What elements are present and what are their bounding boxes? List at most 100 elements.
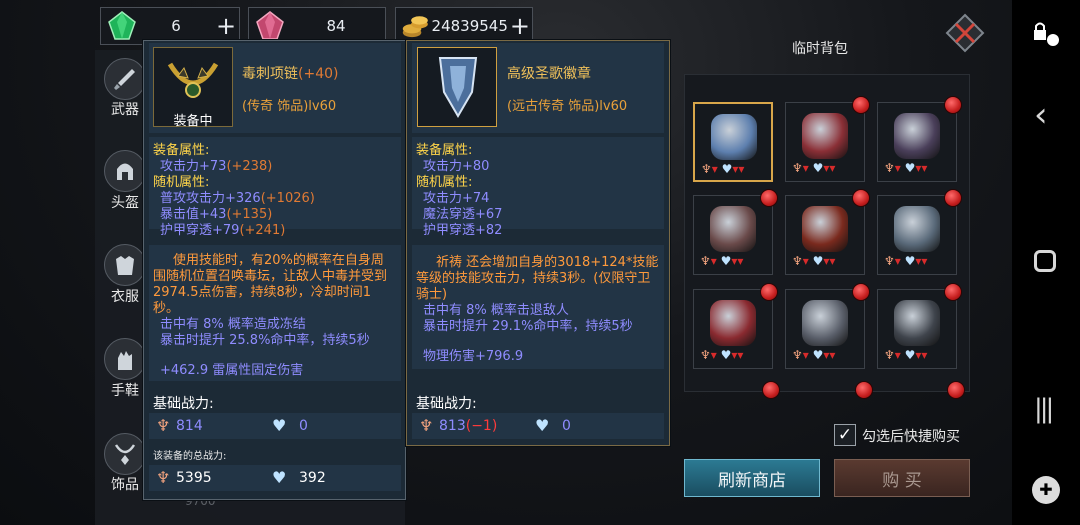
item-art: [802, 300, 848, 346]
item-enhance-level: (+40): [298, 66, 339, 82]
helmet-icon: [117, 163, 133, 180]
slot-power-icons: ♆▾ ♥▾▾: [884, 161, 928, 175]
slot-power-icons: ♆▾ ♥▾▾: [792, 161, 836, 175]
system-nav-bar: ‹ ||| ✚: [1012, 0, 1080, 525]
bag-slot-dark-helm[interactable]: ♆▾ ♥▾▾: [877, 102, 957, 182]
bag-slot-bird-helm[interactable]: ♆▾ ♥▾▾: [785, 195, 865, 275]
heart-power-icon: ♥: [272, 468, 287, 487]
add-green-gem-button[interactable]: +: [213, 14, 239, 38]
new-item-red-dot: [944, 189, 962, 207]
recents-icon[interactable]: |||: [1034, 394, 1054, 424]
slot-power-icons: ♆▾ ♥▾▾: [792, 348, 836, 362]
red-gem-icon: [256, 11, 284, 40]
fire-power-icon: ♆: [419, 416, 434, 435]
slot-power-icons: ♆▾ ♥▾▾: [701, 162, 745, 176]
back-icon[interactable]: ‹: [1034, 95, 1048, 135]
accessory-tab-label: 饰品: [111, 477, 139, 493]
power-difference: (−1): [465, 418, 498, 434]
item-art: [802, 113, 848, 159]
item-art: [710, 206, 756, 252]
accessory-tab-button[interactable]: [104, 433, 146, 475]
quick-buy-checkbox[interactable]: ✓: [834, 424, 856, 446]
bag-slot-ruby-belt[interactable]: ♆▾ ♥▾▾: [693, 289, 773, 369]
bag-slot-knight-helm[interactable]: ♆▾ ♥▾▾: [785, 289, 865, 369]
item-icon-frame: [417, 47, 497, 127]
stat-random-3: 护甲穿透+79: [160, 223, 240, 238]
equipped-badge: 装备中: [173, 114, 213, 129]
buy-label: 购 买: [882, 470, 922, 491]
quick-buy-label: 勾选后快捷购买: [862, 429, 960, 445]
total-fire-power: 5395: [176, 470, 212, 486]
bag-slot-sapphire-ring[interactable]: ♆▾ ♥▾▾: [877, 195, 957, 275]
effect-line-2: 暴击时提升 25.8%命中率，持续5秒: [160, 333, 370, 348]
equipped-item-tooltip: 装备中 毒刺项链(+40) (传奇 饰品)lv60 装备属性: 攻击力+73(+…: [143, 40, 406, 500]
weapon-tab-button[interactable]: [104, 58, 146, 100]
gloves-tab-button[interactable]: [104, 338, 146, 380]
helmet-tab-button[interactable]: [104, 150, 146, 192]
hymn-badge-icon: [438, 57, 478, 118]
gloves-tab-label: 手鞋: [111, 383, 139, 399]
refresh-shop-button[interactable]: 刷新商店: [684, 459, 820, 497]
item-art: [894, 113, 940, 159]
skill-description: 使用技能时，有20%的概率在自身周围随机位置召唤毒坛，让敌人中毒并受到2974.…: [153, 253, 388, 316]
effect-line-3: 物理伤害+796.9: [423, 349, 524, 364]
gold-count: 24839545: [431, 17, 508, 35]
item-art: [710, 300, 756, 346]
base-power-heading: 基础战力:: [416, 396, 477, 412]
item-name: 高级圣歌徽章: [507, 66, 591, 82]
weapon-tab-label: 武器: [111, 102, 139, 118]
stat-random-3-bonus: (+241): [239, 223, 286, 238]
effect-line-1: 击中有 8% 概率造成冻结: [160, 317, 306, 332]
new-item-red-dot: [760, 283, 778, 301]
base-heart-power: 0: [299, 418, 308, 434]
touch-lock-button[interactable]: [1030, 18, 1062, 50]
refresh-shop-label: 刷新商店: [718, 470, 786, 491]
bag-slot-iron-helm[interactable]: ♆▾ ♥▾▾: [877, 289, 957, 369]
green-gem-count: 6: [171, 17, 181, 35]
stat-attack-bonus: (+238): [226, 159, 273, 174]
item-icon-frame: 装备中: [153, 47, 233, 129]
sword-icon: [114, 69, 135, 90]
glove-icon: [118, 351, 132, 370]
armor-tab-button[interactable]: [104, 244, 146, 286]
effect-line-3: +462.9 雷属性固定伤害: [160, 363, 304, 378]
skill-description: 祈祷 还会增加自身的3018+124*技能等级的技能攻击力，持续3秒。(仅限守卫…: [416, 255, 659, 302]
total-heart-power: 392: [299, 470, 326, 486]
item-art: [711, 114, 757, 160]
helmet-tab-label: 头盔: [111, 195, 139, 211]
effect-line-1: 击中有 8% 概率击退敌人: [423, 303, 569, 318]
slot-power-icons: ♆▾ ♥▾▾: [884, 254, 928, 268]
lock-hand-icon: [1034, 22, 1059, 46]
bag-slot-hymn-badge[interactable]: ♆▾ ♥▾▾: [693, 102, 773, 182]
item-art: [894, 206, 940, 252]
item-rarity: (远古传奇 饰品)lv60: [507, 99, 628, 114]
slot-power-icons: ♆▾ ♥▾▾: [700, 254, 744, 268]
heart-power-icon: ♥: [272, 416, 287, 435]
buy-button[interactable]: 购 买: [834, 459, 970, 497]
home-icon[interactable]: [1034, 250, 1056, 272]
fire-power-icon: ♆: [156, 468, 171, 487]
close-bag-button[interactable]: [944, 12, 986, 54]
poison-necklace-icon: [167, 62, 219, 98]
new-item-red-dot: [855, 381, 873, 399]
add-gold-button[interactable]: +: [508, 14, 532, 38]
new-item-red-dot: [944, 283, 962, 301]
gamepad-icon[interactable]: ✚: [1032, 476, 1060, 504]
new-item-red-dot: [762, 381, 780, 399]
item-art: [802, 206, 848, 252]
new-item-red-dot: [852, 96, 870, 114]
red-gem-count: 84: [326, 17, 346, 35]
armor-icon: [116, 256, 134, 275]
fire-power-icon: ♆: [156, 416, 171, 435]
item-art: [894, 300, 940, 346]
stat-random-3: 护甲穿透+82: [423, 223, 503, 238]
new-item-red-dot: [944, 96, 962, 114]
base-fire-power: 814: [176, 418, 203, 434]
base-power-heading: 基础战力:: [153, 396, 214, 412]
bag-slot-spiked-gauntlet[interactable]: ♆▾ ♥▾▾: [693, 195, 773, 275]
slot-power-icons: ♆▾ ♥▾▾: [792, 254, 836, 268]
gold-coins-icon: [402, 16, 428, 38]
bag-slot-crown[interactable]: ♆▾ ♥▾▾: [785, 102, 865, 182]
slot-power-icons: ♆▾ ♥▾▾: [884, 348, 928, 362]
new-item-red-dot: [852, 189, 870, 207]
